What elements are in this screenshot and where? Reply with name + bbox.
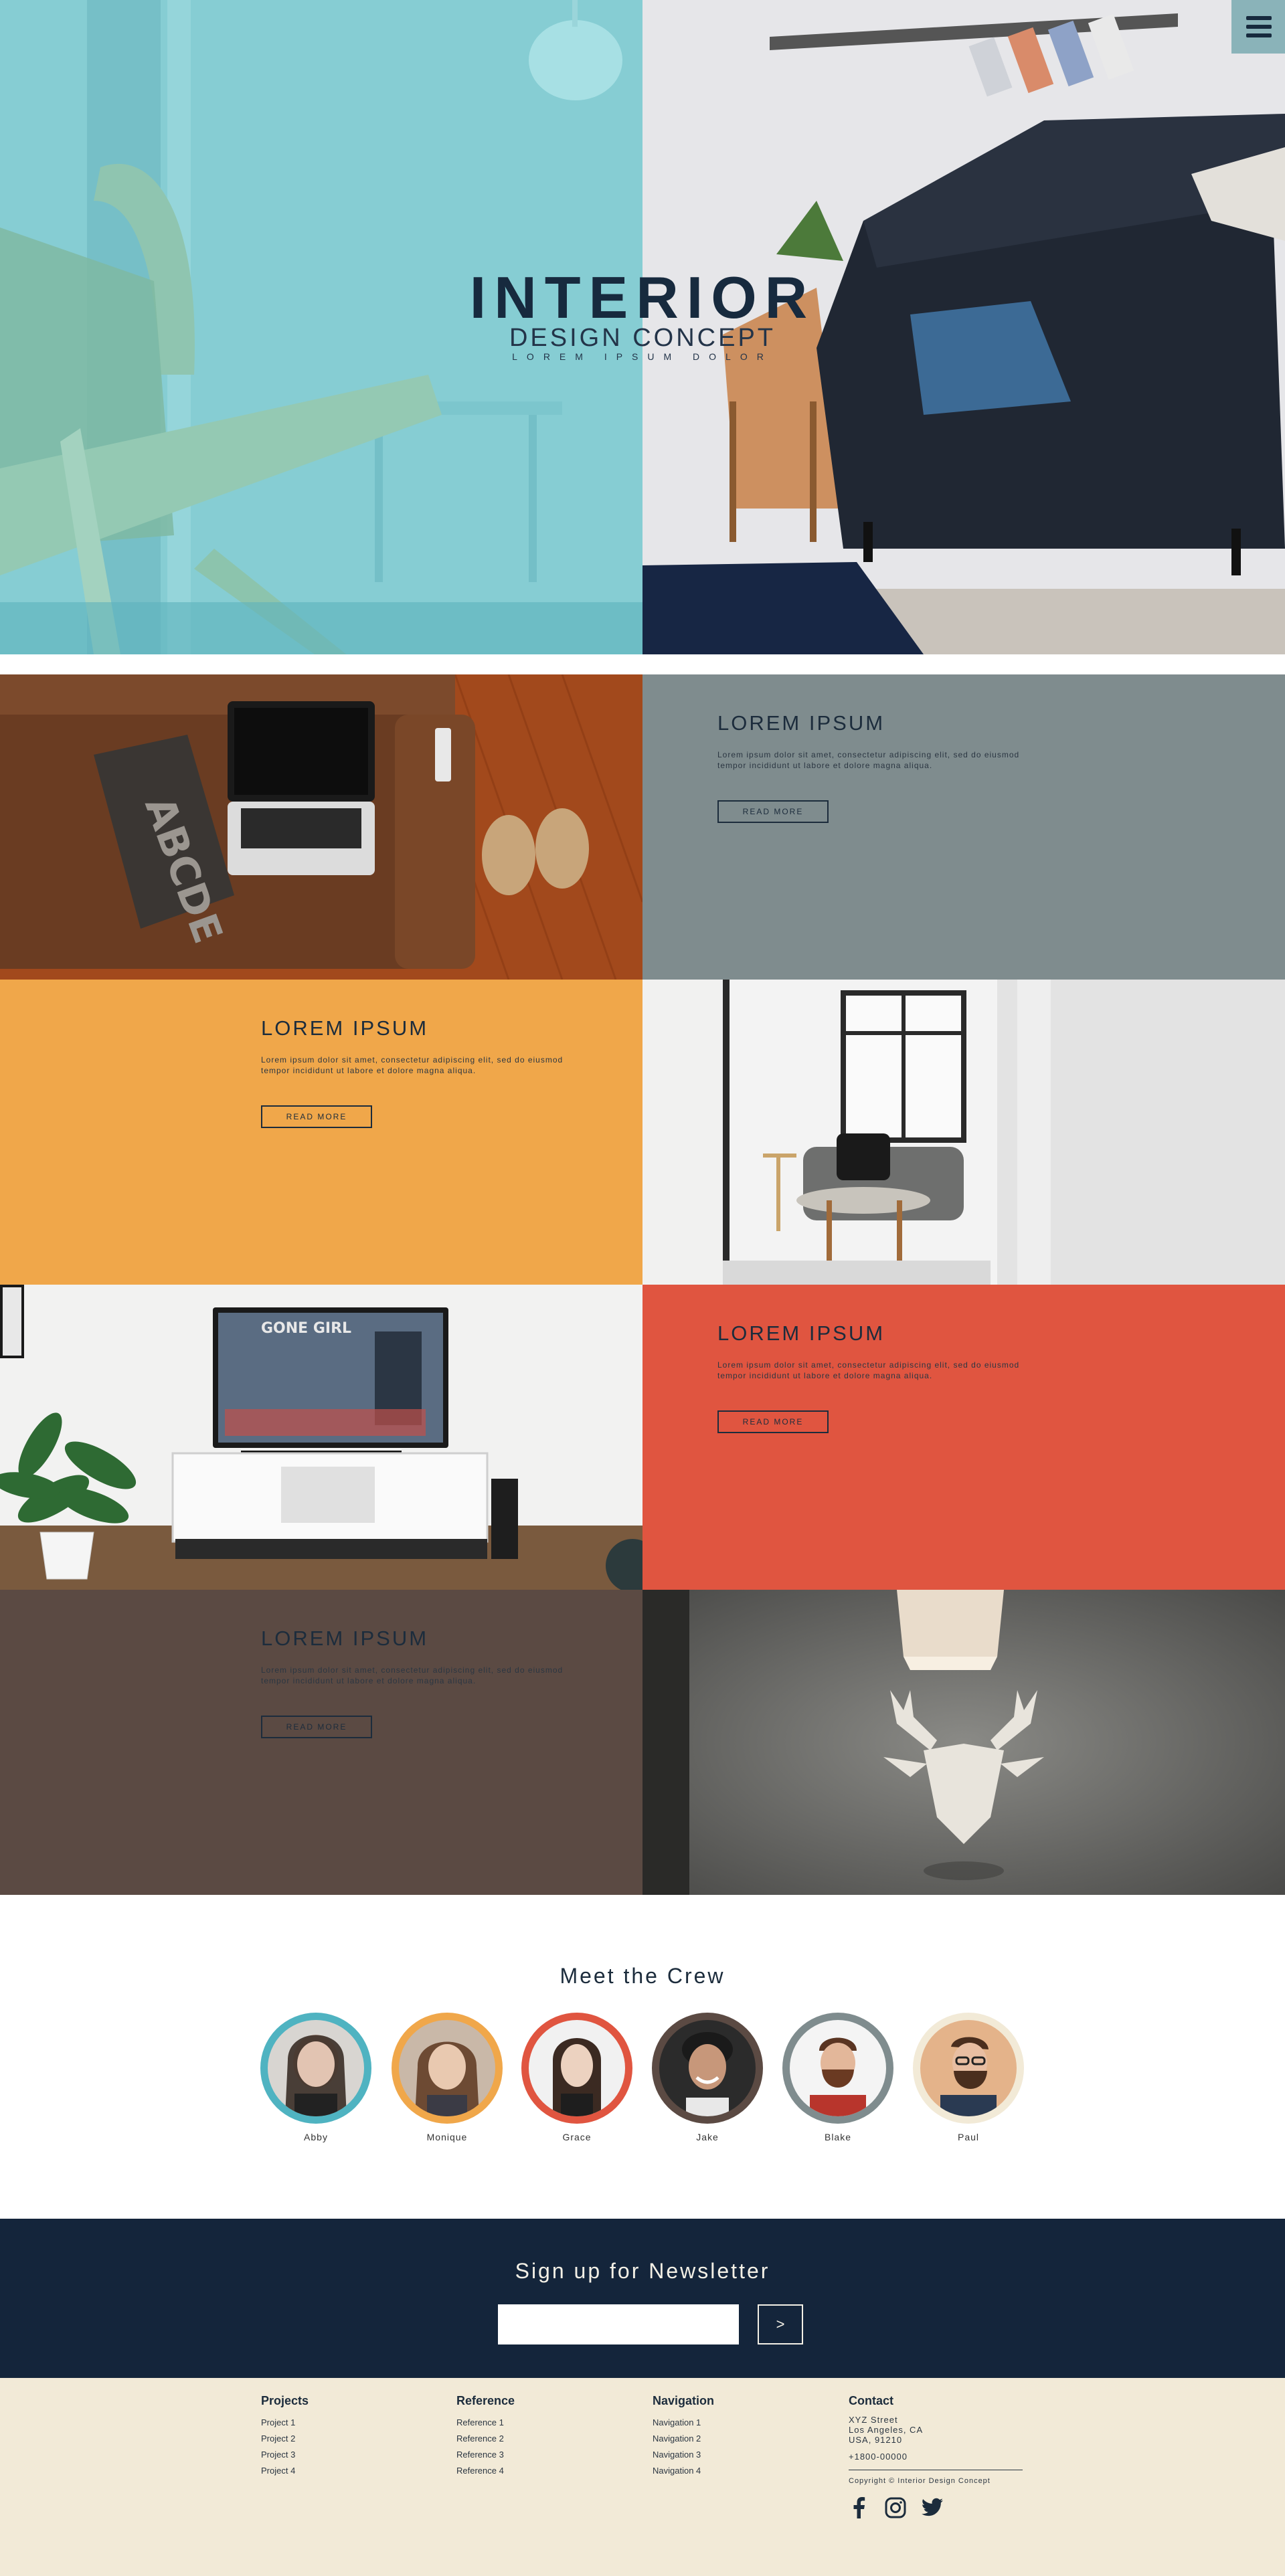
avatar-ring [913,2013,1024,2124]
footer-link[interactable]: Reference 1 [456,2415,624,2431]
read-more-button[interactable]: READ MORE [717,1410,829,1433]
crew-name: Grace [562,2132,592,2142]
crew-section-title: Meet the Crew [560,1964,725,1988]
feature-heading: LOREM IPSUM [717,711,885,735]
twitter-icon[interactable] [921,2497,943,2518]
feature-card-1: LOREM IPSUM Lorem ipsum dolor sit amet, … [642,674,1285,980]
hamburger-menu-icon[interactable] [1231,0,1285,54]
avatar [790,2020,886,2116]
contact-street: XYZ Street [849,2415,898,2425]
avatar [920,2020,1017,2116]
avatar [268,2020,364,2116]
feature-card-3: LOREM IPSUM Lorem ipsum dolor sit amet, … [642,1285,1285,1590]
footer-link[interactable]: Project 4 [261,2463,428,2479]
crew-member-monique[interactable]: Monique [392,2013,503,2142]
footer-link[interactable]: Reference 2 [456,2431,624,2447]
hero-title: INTERIOR [469,264,816,331]
section-divider [0,654,1285,674]
contact-phone: +1800-00000 [849,2452,908,2462]
feature-body: Lorem ipsum dolor sit amet, consectetur … [261,1055,564,1075]
footer-heading: Reference [456,2394,515,2407]
facebook-icon[interactable] [849,2497,870,2518]
contact-city: Los Angeles, CA [849,2425,924,2435]
contact-country: USA, 91210 [849,2435,903,2445]
footer-navigation: Navigation Navigation 1 Navigation 2 Nav… [653,2394,820,2479]
hero-subtitle: DESIGN CONCEPT [509,324,776,352]
footer-link[interactable]: Navigation 2 [653,2431,820,2447]
tv-room-illustration: GONE GIRL [0,1285,642,1590]
footer-heading: Navigation [653,2394,715,2407]
avatar [659,2020,756,2116]
footer-heading: Contact [849,2394,893,2407]
hero-tagline: LOREM IPSUM DOLOR [512,351,773,362]
crew-member-paul[interactable]: Paul [913,2013,1024,2142]
image-living-room [642,980,1285,1285]
footer-link[interactable]: Project 1 [261,2415,428,2431]
footer-link[interactable]: Project 3 [261,2447,428,2463]
read-more-button[interactable]: READ MORE [261,1105,372,1128]
footer-link[interactable]: Reference 3 [456,2447,624,2463]
footer-link[interactable]: Project 2 [261,2431,428,2447]
newsletter-submit-button[interactable]: > [758,2304,803,2344]
feature-body: Lorem ipsum dolor sit amet, consectetur … [717,1360,1020,1380]
footer-projects: Projects Project 1 Project 2 Project 3 P… [261,2394,428,2479]
avatar-ring [521,2013,632,2124]
footer-link[interactable]: Navigation 4 [653,2463,820,2479]
footer-heading: Projects [261,2394,309,2407]
crew-member-jake[interactable]: Jake [652,2013,763,2142]
image-deer-lamp [642,1590,1285,1895]
image-tv-room: GONE GIRL [0,1285,642,1590]
image-sofa-laptop: ABCDE [0,674,642,980]
newsletter-section: Sign up for Newsletter > [0,2219,1285,2378]
crew-name: Paul [957,2132,980,2142]
site-footer: Projects Project 1 Project 2 Project 3 P… [0,2378,1285,2576]
feature-card-2: LOREM IPSUM Lorem ipsum dolor sit amet, … [0,980,642,1285]
feature-body: Lorem ipsum dolor sit amet, consectetur … [717,750,1020,770]
newsletter-title: Sign up for Newsletter [515,2259,770,2283]
crew-name: Abby [304,2132,328,2142]
social-links [849,2497,1036,2518]
avatar [399,2020,495,2116]
tv-screen-title: GONE GIRL [261,1320,351,1337]
footer-link[interactable]: Navigation 1 [653,2415,820,2431]
crew-member-blake[interactable]: Blake [782,2013,893,2142]
crew-name: Blake [824,2132,852,2142]
avatar-ring [782,2013,893,2124]
hero-banner: INTERIOR DESIGN CONCEPT LOREM IPSUM DOLO… [0,0,1285,654]
crew-name: Jake [696,2132,719,2142]
feature-heading: LOREM IPSUM [261,1627,429,1650]
avatar-ring [260,2013,371,2124]
living-room-illustration [642,980,1285,1285]
footer-reference: Reference Reference 1 Reference 2 Refere… [456,2394,624,2479]
read-more-button[interactable]: READ MORE [717,800,829,823]
footer-link[interactable]: Navigation 3 [653,2447,820,2463]
avatar-ring [652,2013,763,2124]
footer-link[interactable]: Reference 4 [456,2463,624,2479]
feature-heading: LOREM IPSUM [717,1321,885,1345]
deer-head-illustration [642,1590,1285,1895]
laptop-on-sofa-illustration: ABCDE [0,674,642,980]
instagram-icon[interactable] [885,2497,906,2518]
avatar [529,2020,625,2116]
newsletter-email-input[interactable] [498,2304,739,2344]
read-more-button[interactable]: READ MORE [261,1716,372,1738]
crew-name: Monique [426,2132,468,2142]
crew-member-grace[interactable]: Grace [521,2013,632,2142]
feature-card-4: LOREM IPSUM Lorem ipsum dolor sit amet, … [0,1590,642,1895]
avatar-ring [392,2013,503,2124]
hero-heading-group: INTERIOR DESIGN CONCEPT LOREM IPSUM DOLO… [0,264,1285,363]
footer-contact: Contact XYZ Street Los Angeles, CA USA, … [849,2394,1036,2518]
copyright-text: Copyright © Interior Design Concept [849,2477,991,2485]
crew-member-abby[interactable]: Abby [260,2013,371,2142]
feature-heading: LOREM IPSUM [261,1016,429,1040]
feature-body: Lorem ipsum dolor sit amet, consectetur … [261,1665,564,1685]
